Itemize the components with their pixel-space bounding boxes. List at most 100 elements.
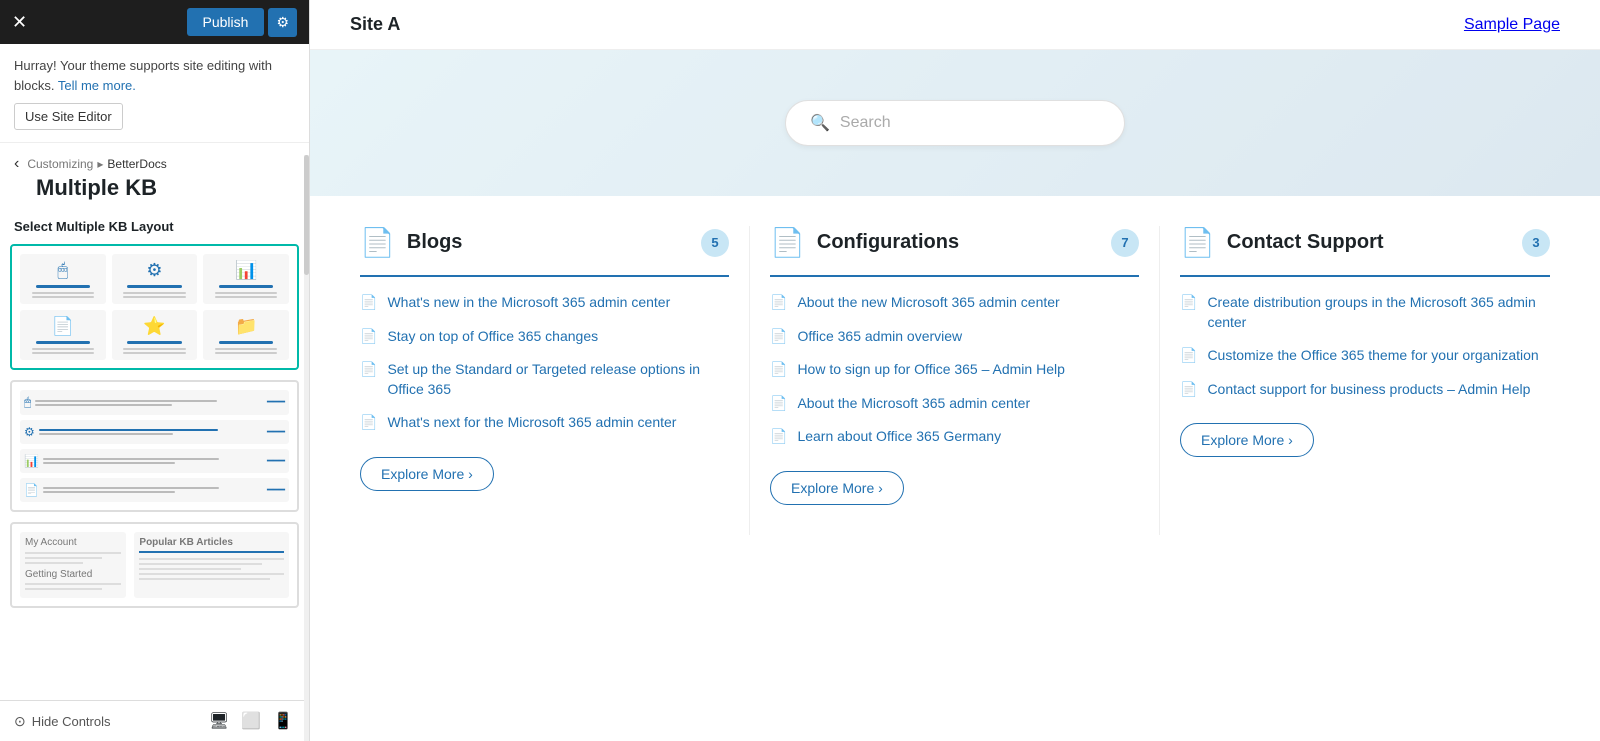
section-label: Select Multiple KB Layout — [0, 211, 309, 244]
article-link-0-3[interactable]: What's next for the Microsoft 365 admin … — [387, 413, 676, 433]
article-doc-icon-1-0: 📄 — [770, 294, 787, 311]
layout2-cell: 📄 ━━━ — [20, 478, 289, 502]
main-area: Site A Sample Page 🔍 Search 📄 Blogs 5 📄 What… — [310, 0, 1600, 741]
kb-category-icon-2: 📄 — [1180, 226, 1215, 259]
article-link-0-1[interactable]: Stay on top of Office 365 changes — [387, 327, 598, 347]
top-bar: ✕ Publish ⚙ — [0, 0, 309, 44]
mobile-view-button[interactable]: 📱 — [271, 709, 295, 733]
site-title: Site A — [350, 14, 400, 35]
kb-col-2: 📄Contact Support3📄Create distribution gr… — [1160, 226, 1570, 535]
kb-count-0: 5 — [701, 229, 729, 257]
kb-article-2-1: 📄 Customize the Office 365 theme for your… — [1180, 346, 1550, 366]
search-box[interactable]: 🔍 Search — [785, 100, 1125, 146]
layout-grid: 🖱 ⚙ 📊 📄 — [0, 244, 309, 700]
site-nav: Sample Page — [1464, 16, 1560, 34]
kb-article-2-2: 📄 Contact support for business products –… — [1180, 380, 1550, 400]
explore-more-button-1[interactable]: Explore More › — [770, 471, 904, 505]
view-icons: 🖥 ⬜ 📱 — [207, 709, 295, 733]
article-link-2-2[interactable]: Contact support for business products – … — [1207, 380, 1530, 400]
layout-option-grid[interactable]: 🖱 ⚙ 📊 📄 — [10, 244, 299, 370]
close-icon[interactable]: ✕ — [12, 13, 27, 31]
kb-article-2-0: 📄 Create distribution groups in the Micro… — [1180, 293, 1550, 332]
layout-option-mixed[interactable]: My Account Getting Started Popular KB Ar… — [10, 522, 299, 608]
article-doc-icon-1-2: 📄 — [770, 361, 787, 378]
kb-category-icon-0: 📄 — [360, 226, 395, 259]
kb-count-2: 3 — [1522, 229, 1550, 257]
breadcrumb-current: BetterDocs — [107, 157, 166, 171]
article-doc-icon-0-0: 📄 — [360, 294, 377, 311]
kb-title-1: Configurations — [817, 231, 959, 254]
article-link-1-3[interactable]: About the Microsoft 365 admin center — [797, 394, 1030, 414]
breadcrumb: Customizing ▸ BetterDocs — [19, 157, 166, 171]
article-link-2-1[interactable]: Customize the Office 365 theme for your … — [1207, 346, 1538, 366]
layout-cell-line — [36, 341, 90, 344]
kb-header-0: 📄 Blogs 5 — [360, 226, 729, 259]
kb-header-2: 📄Contact Support3 — [1180, 226, 1550, 259]
layout-cell: 📁 — [203, 310, 289, 360]
article-link-0-2[interactable]: Set up the Standard or Targeted release … — [387, 360, 729, 399]
layout2-cell: ⚙ ━━━ — [20, 420, 289, 444]
breadcrumb-separator: ▸ — [97, 157, 103, 171]
kb-header-1: 📄 Configurations 7 — [770, 226, 1139, 259]
layout-option-list[interactable]: 🖱 ━━━ ⚙ ━━━ 📊 ━━━ 📄 ━━━ — [10, 380, 299, 512]
gear-button[interactable]: ⚙ — [268, 8, 297, 37]
article-doc-icon-2-1: 📄 — [1180, 347, 1197, 364]
article-doc-icon-2-0: 📄 — [1180, 294, 1197, 311]
kb-article-1-1: 📄 Office 365 admin overview — [770, 327, 1139, 347]
kb-article-1-4: 📄 Learn about Office 365 Germany — [770, 427, 1139, 447]
nav-sample-page[interactable]: Sample Page — [1464, 16, 1560, 33]
scrollbar-track[interactable] — [304, 155, 309, 741]
publish-button[interactable]: Publish — [187, 8, 265, 36]
kb-article-1-0: 📄 About the new Microsoft 365 admin cente… — [770, 293, 1139, 313]
article-doc-icon-2-2: 📄 — [1180, 381, 1197, 398]
layout-cell: 📊 — [203, 254, 289, 304]
article-doc-icon-1-3: 📄 — [770, 395, 787, 412]
kb-divider-2 — [1180, 275, 1550, 277]
layout2-cell: 📊 ━━━ — [20, 449, 289, 473]
desktop-view-button[interactable]: 🖥 — [207, 709, 231, 733]
site-header: Site A Sample Page — [310, 0, 1600, 50]
article-link-1-4[interactable]: Learn about Office 365 Germany — [797, 427, 1001, 447]
article-doc-icon-1-4: 📄 — [770, 428, 787, 445]
kb-col-1: 📄 Configurations 7 📄 About the new Microsoft… — [750, 226, 1160, 535]
explore-more-button-2[interactable]: Explore More › — [1180, 423, 1314, 457]
bottom-bar: ⊙ Hide Controls 🖥 ⬜ 📱 — [0, 700, 309, 741]
hero-section: 🔍 Search — [310, 50, 1600, 196]
hide-controls[interactable]: ⊙ Hide Controls — [14, 713, 111, 730]
cursor-icon: 🖱 — [57, 260, 68, 281]
article-link-0-0[interactable]: What's new in the Microsoft 365 admin ce… — [387, 293, 670, 313]
article-doc-icon-0-1: 📄 — [360, 328, 377, 345]
layout-cell: 📄 — [20, 310, 106, 360]
kb-article-0-2: 📄 Set up the Standard or Targeted release… — [360, 360, 729, 399]
tablet-view-button[interactable]: ⬜ — [239, 709, 263, 733]
kb-category-icon-1: 📄 — [770, 226, 805, 259]
layout2-icon2: ⚙ — [24, 425, 35, 439]
breadcrumb-customizing: Customizing — [27, 157, 93, 171]
hide-controls-label: Hide Controls — [32, 714, 111, 729]
layout-cell-line — [127, 285, 181, 288]
article-link-1-2[interactable]: How to sign up for Office 365 – Admin He… — [797, 360, 1064, 380]
file-cell-icon: 📁 — [235, 316, 257, 337]
use-site-editor-button[interactable]: Use Site Editor — [14, 103, 123, 130]
layout-cell-line — [219, 341, 273, 344]
layout-cell-line — [127, 341, 181, 344]
article-link-2-0[interactable]: Create distribution groups in the Micros… — [1207, 293, 1550, 332]
article-doc-icon-1-1: 📄 — [770, 328, 787, 345]
layout-cell: 🖱 — [20, 254, 106, 304]
kb-count-1: 7 — [1111, 229, 1139, 257]
kb-title-0: Blogs — [407, 231, 463, 254]
search-placeholder: Search — [840, 114, 891, 132]
article-link-1-0[interactable]: About the new Microsoft 365 admin center — [797, 293, 1059, 313]
kb-article-0-1: 📄 Stay on top of Office 365 changes — [360, 327, 729, 347]
explore-more-button-0[interactable]: Explore More › — [360, 457, 494, 491]
notice-link[interactable]: Tell me more. — [58, 78, 136, 93]
layout2-icon3: 📊 — [24, 454, 39, 468]
kb-article-0-3: 📄 What's next for the Microsoft 365 admin… — [360, 413, 729, 433]
article-doc-icon-0-3: 📄 — [360, 414, 377, 431]
scrollbar-thumb[interactable] — [304, 155, 309, 275]
star-cell-icon: ⭐ — [143, 316, 165, 337]
article-link-1-1[interactable]: Office 365 admin overview — [797, 327, 962, 347]
gear-cell-icon: ⚙ — [146, 260, 162, 281]
kb-article-1-2: 📄 How to sign up for Office 365 – Admin H… — [770, 360, 1139, 380]
article-doc-icon-0-2: 📄 — [360, 361, 377, 378]
